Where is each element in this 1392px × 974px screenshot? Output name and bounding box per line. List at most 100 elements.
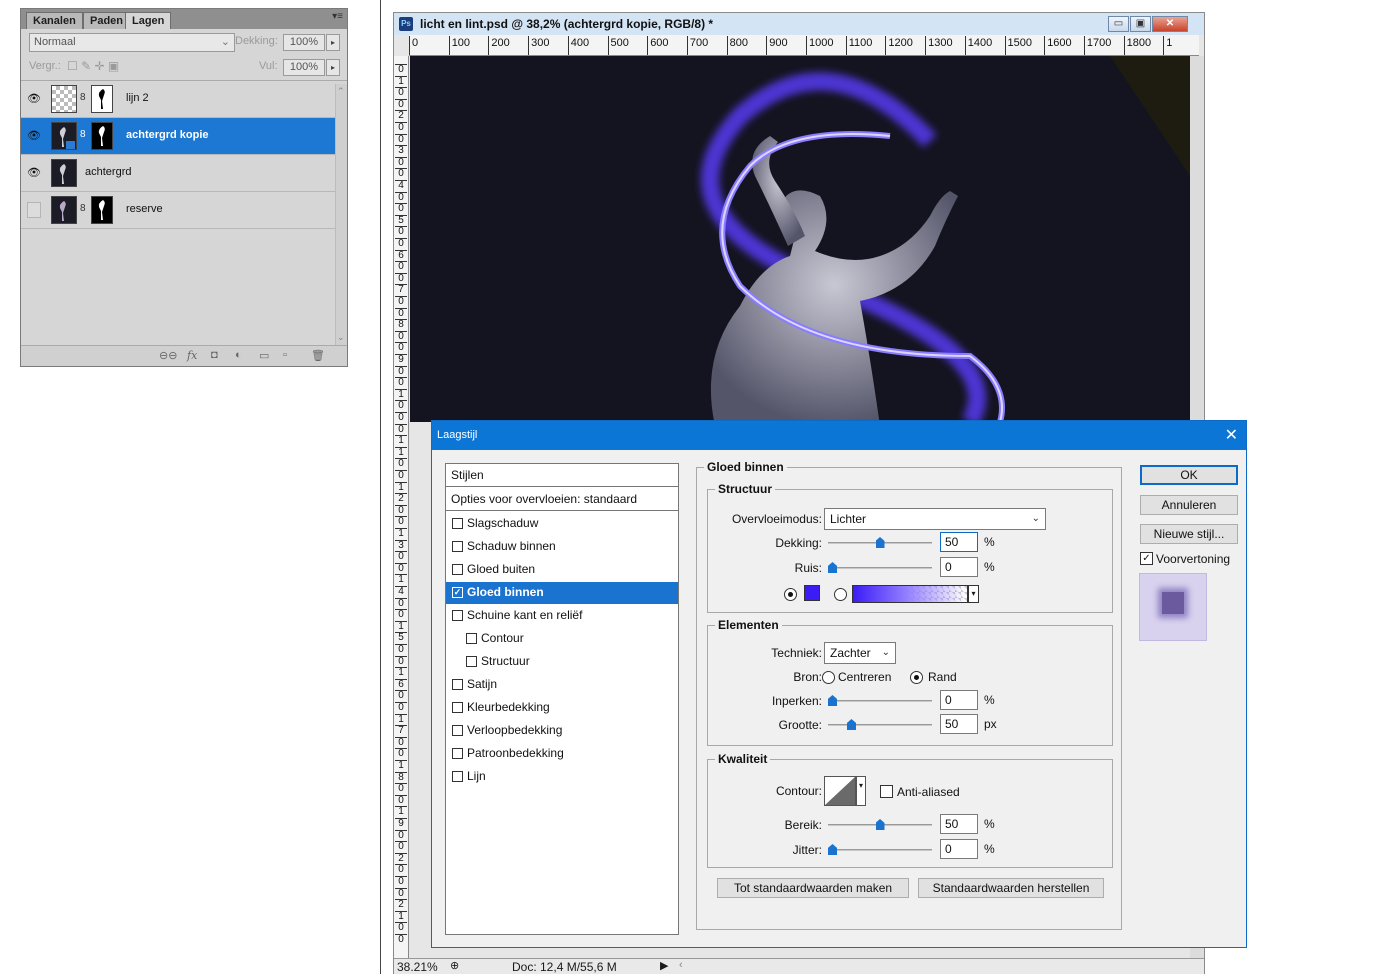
close-icon[interactable]: ✕	[1225, 425, 1238, 445]
preview-checkbox[interactable]: ✓	[1140, 552, 1153, 565]
scroll-down-icon[interactable]: ⌄	[337, 332, 345, 343]
new-style-button[interactable]: Nieuwe stijl...	[1140, 524, 1238, 544]
glow-color-swatch[interactable]	[804, 585, 820, 601]
effect-item-gloed-buiten[interactable]: Gloed buiten	[446, 559, 678, 581]
effect-checkbox[interactable]	[452, 518, 463, 529]
opacity-input[interactable]: 50	[940, 532, 978, 552]
effect-checkbox[interactable]	[452, 771, 463, 782]
layers-scrollbar[interactable]: ⌃ ⌄	[335, 84, 347, 345]
eye-icon[interactable]: 👁	[25, 127, 43, 145]
cancel-button[interactable]: Annuleren	[1140, 495, 1238, 515]
new-layer-icon[interactable]: ▫	[283, 349, 287, 361]
status-info-icon[interactable]: ⊕	[450, 959, 459, 972]
reset-default-button[interactable]: Standaardwaarden herstellen	[918, 878, 1104, 898]
effect-item-patroonbedekking[interactable]: Patroonbedekking	[446, 743, 678, 765]
group-icon[interactable]: ▭	[259, 349, 269, 362]
make-default-button[interactable]: Tot standaardwaarden maken	[717, 878, 909, 898]
layer-row-achtergrd[interactable]: 👁 achtergrd	[21, 155, 335, 192]
layer-row-lijn-2[interactable]: 👁 8 lijn 2	[21, 81, 335, 118]
effect-checkbox[interactable]	[452, 541, 463, 552]
status-arrow-icon[interactable]: ▶	[660, 959, 668, 972]
effect-checkbox[interactable]	[466, 656, 477, 667]
image-canvas[interactable]	[410, 56, 1190, 422]
opacity-arrow-icon[interactable]: ▸	[326, 34, 340, 51]
mask-icon[interactable]: ◘	[211, 349, 218, 361]
scroll-up-icon[interactable]: ⌃	[337, 86, 345, 97]
effect-checkbox[interactable]	[452, 564, 463, 575]
lock-icons[interactable]: ☐ ✎ ✛ ▣	[67, 59, 119, 73]
gradient-arrow-icon[interactable]: ▾	[968, 585, 979, 603]
effect-checkbox[interactable]	[452, 725, 463, 736]
maximize-button[interactable]: ▣	[1130, 16, 1151, 32]
blend-mode-dropdown[interactable]: Lichter ⌄	[824, 508, 1046, 530]
blend-options-item[interactable]: Opties voor overvloeien: standaard	[446, 488, 678, 511]
range-input[interactable]: 50	[940, 814, 978, 834]
antialias-checkbox[interactable]	[880, 785, 893, 798]
close-button[interactable]: ✕	[1152, 16, 1188, 32]
jitter-slider-thumb[interactable]	[828, 844, 837, 855]
layer-mask-thumbnail[interactable]	[91, 85, 113, 113]
effect-item-gloed-binnen[interactable]: ✓ Gloed binnen	[446, 582, 678, 604]
noise-slider-thumb[interactable]	[828, 562, 837, 573]
effect-checkbox[interactable]	[452, 679, 463, 690]
link-layers-icon[interactable]: ⊖⊖	[159, 349, 177, 362]
source-edge-radio[interactable]	[910, 671, 923, 684]
opacity-slider-thumb[interactable]	[875, 537, 885, 548]
tab-paden[interactable]: Paden	[83, 12, 131, 29]
styles-header[interactable]: Stijlen	[446, 464, 678, 487]
size-slider-thumb[interactable]	[847, 719, 856, 730]
effect-checkbox[interactable]: ✓	[452, 587, 463, 598]
minimize-button[interactable]: ▭	[1108, 16, 1129, 32]
technique-dropdown[interactable]: Zachter ⌄	[824, 642, 896, 664]
layer-row-achtergrd-kopie[interactable]: 👁 8 achtergrd kopie	[21, 118, 335, 155]
tab-lagen[interactable]: Lagen	[125, 12, 172, 29]
fill-arrow-icon[interactable]: ▸	[326, 59, 340, 76]
opacity-field[interactable]: 100%	[283, 34, 325, 51]
effect-item-schuine-kant-en-reli-f[interactable]: Schuine kant en reliëf	[446, 605, 678, 627]
zoom-level[interactable]: 38.21%	[397, 960, 438, 974]
link-icon[interactable]: 8	[80, 129, 86, 140]
layer-row-reserve[interactable]: 8 reserve	[21, 192, 335, 229]
gradient-picker[interactable]	[852, 585, 968, 603]
effect-item-schaduw-binnen[interactable]: Schaduw binnen	[446, 536, 678, 558]
adjustment-icon[interactable]: ◐	[235, 349, 242, 361]
range-slider-thumb[interactable]	[875, 819, 885, 830]
choke-slider-thumb[interactable]	[828, 695, 837, 706]
layer-mask-thumbnail[interactable]	[91, 196, 113, 224]
solid-color-radio[interactable]	[784, 588, 797, 601]
contour-arrow-icon[interactable]: ▾	[856, 776, 866, 806]
scroll-left-icon[interactable]: ‹	[679, 959, 683, 971]
eye-icon[interactable]: 👁	[25, 164, 43, 182]
panel-menu-icon[interactable]: ▾≡	[332, 11, 343, 22]
size-input[interactable]: 50	[940, 714, 978, 734]
noise-input[interactable]: 0	[940, 557, 978, 577]
effect-item-kleurbedekking[interactable]: Kleurbedekking	[446, 697, 678, 719]
effect-item-structuur[interactable]: Structuur	[446, 651, 678, 673]
effect-checkbox[interactable]	[452, 748, 463, 759]
layer-mask-thumbnail[interactable]	[91, 122, 113, 150]
gradient-radio[interactable]	[834, 588, 847, 601]
document-titlebar[interactable]: Ps licht en lint.psd @ 38,2% (achtergrd …	[394, 13, 1204, 35]
blend-mode-select[interactable]: Normaal ⌄	[29, 33, 235, 52]
link-icon[interactable]: 8	[80, 203, 86, 214]
noise-slider[interactable]	[828, 562, 932, 573]
visibility-toggle[interactable]	[27, 202, 41, 218]
jitter-input[interactable]: 0	[940, 839, 978, 859]
effect-item-contour[interactable]: Contour	[446, 628, 678, 650]
fill-field[interactable]: 100%	[283, 59, 325, 76]
ok-button[interactable]: OK	[1140, 465, 1238, 485]
eye-icon[interactable]: 👁	[25, 90, 43, 108]
size-slider[interactable]	[828, 719, 932, 730]
fx-icon[interactable]: fx	[187, 349, 197, 362]
link-icon[interactable]: 8	[80, 92, 86, 103]
effect-item-lijn[interactable]: Lijn	[446, 766, 678, 788]
range-slider[interactable]	[828, 819, 932, 830]
effect-checkbox[interactable]	[452, 610, 463, 621]
effect-checkbox[interactable]	[466, 633, 477, 644]
jitter-slider[interactable]	[828, 844, 932, 855]
tab-kanalen[interactable]: Kanalen	[26, 12, 83, 29]
effect-item-slagschaduw[interactable]: Slagschaduw	[446, 513, 678, 535]
effect-item-verloopbedekking[interactable]: Verloopbedekking	[446, 720, 678, 742]
trash-icon[interactable]: 🗑	[311, 349, 325, 362]
source-center-radio[interactable]	[822, 671, 835, 684]
